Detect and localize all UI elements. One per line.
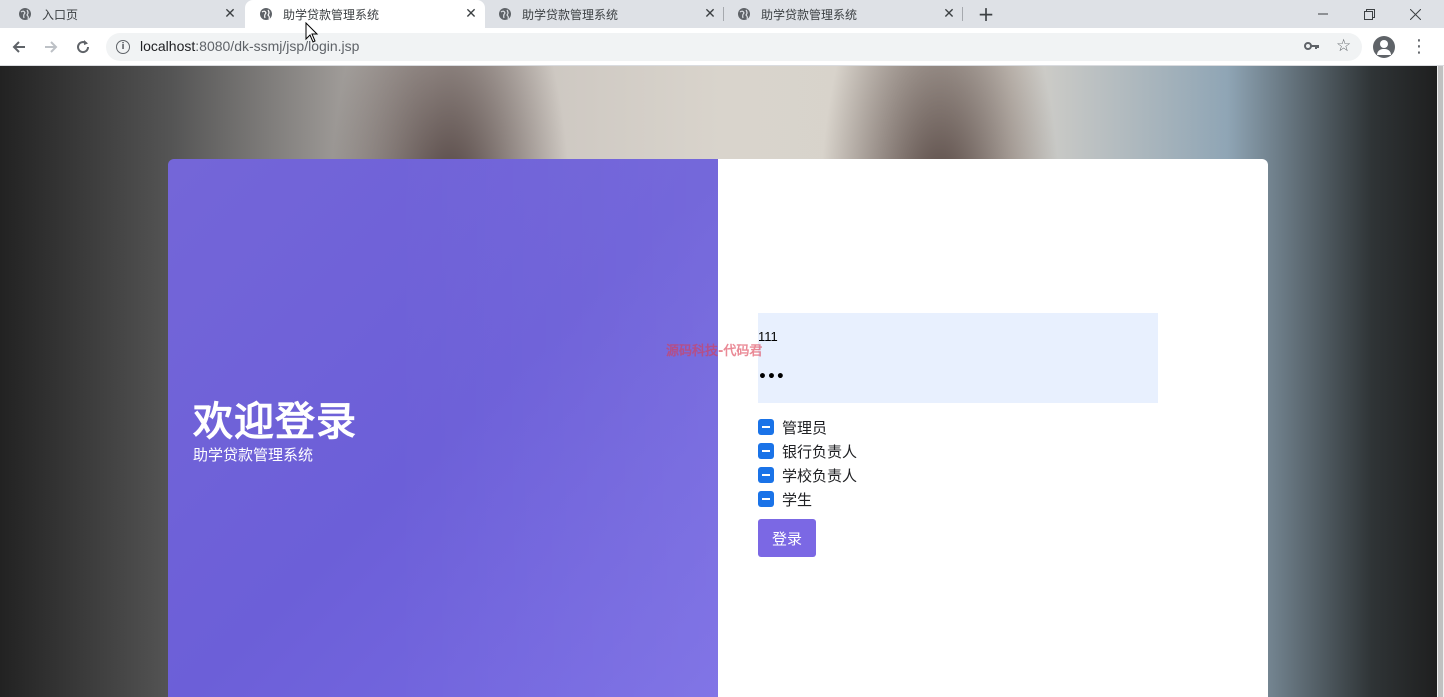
role-options: 管理员 银行负责人 学校负责人 学生	[758, 415, 857, 511]
reload-button[interactable]	[72, 36, 94, 58]
checkbox-icon[interactable]	[758, 419, 774, 435]
close-icon[interactable]: ✕	[220, 6, 240, 22]
arrow-right-icon	[45, 41, 58, 53]
password-input[interactable]: •••	[758, 369, 785, 385]
role-option-bank[interactable]: 银行负责人	[758, 439, 857, 463]
login-card: 欢迎登录 助学贷款管理系统 ••• 管理员 银行负责人 学校负责人	[168, 159, 1268, 697]
close-window-button[interactable]	[1392, 0, 1438, 28]
role-option-student[interactable]: 学生	[758, 487, 857, 511]
checkbox-icon[interactable]	[758, 443, 774, 459]
reload-icon	[77, 40, 90, 54]
key-icon[interactable]	[1304, 39, 1320, 57]
system-subtitle: 助学贷款管理系统	[193, 446, 314, 464]
role-label: 学校负责人	[782, 466, 858, 485]
browser-toolbar: i localhost:8080/dk-ssmj/jsp/login.jsp ☆…	[0, 28, 1444, 66]
forward-button[interactable]	[40, 36, 62, 58]
minimize-button[interactable]	[1300, 0, 1346, 28]
globe-icon	[19, 8, 31, 20]
tab-loan-system[interactable]: 助学贷款管理系统 ✕	[484, 0, 724, 28]
minimize-icon	[1318, 13, 1328, 15]
role-label: 银行负责人	[782, 442, 858, 461]
new-tab-button[interactable]: +	[975, 2, 997, 26]
tab-entry-page[interactable]: 入口页 ✕	[4, 0, 244, 28]
arrow-left-icon	[12, 41, 25, 53]
address-bar[interactable]: i localhost:8080/dk-ssmj/jsp/login.jsp ☆	[106, 33, 1362, 61]
key-icon-glyph	[1304, 42, 1319, 50]
tab-strip: 入口页 ✕ 助学贷款管理系统 ✕ 助学贷款管理系统 ✕ 助学贷款管理系统 ✕ +	[0, 0, 1444, 28]
close-icon[interactable]: ✕	[461, 6, 481, 22]
tab-loan-system-active[interactable]: 助学贷款管理系统 ✕	[245, 0, 485, 28]
role-option-school[interactable]: 学校负责人	[758, 463, 857, 487]
tab-label: 助学贷款管理系统	[761, 7, 858, 22]
restore-icon	[1363, 8, 1375, 20]
role-option-admin[interactable]: 管理员	[758, 415, 857, 439]
url-host: localhost	[140, 38, 196, 54]
info-icon[interactable]: i	[116, 40, 130, 54]
tab-loan-system[interactable]: 助学贷款管理系统 ✕	[723, 0, 963, 28]
checkbox-icon[interactable]	[758, 491, 774, 507]
url-text[interactable]: localhost:8080/dk-ssmj/jsp/login.jsp	[140, 38, 359, 54]
globe-icon	[738, 8, 750, 20]
page-background: 欢迎登录 助学贷款管理系统 ••• 管理员 银行负责人 学校负责人	[0, 66, 1444, 697]
restore-button[interactable]	[1346, 0, 1392, 28]
menu-icon[interactable]: ⋮	[1410, 36, 1428, 58]
close-icon[interactable]: ✕	[939, 6, 959, 22]
username-input[interactable]	[758, 329, 1138, 344]
mouse-cursor-icon	[305, 22, 319, 43]
tab-label: 助学贷款管理系统	[283, 7, 380, 22]
welcome-title: 欢迎登录	[193, 399, 357, 445]
back-button[interactable]	[8, 36, 30, 58]
close-icon	[1409, 8, 1421, 20]
role-label: 学生	[782, 490, 813, 509]
tab-label: 入口页	[42, 7, 79, 22]
welcome-panel: 欢迎登录 助学贷款管理系统	[168, 159, 718, 697]
checkbox-icon[interactable]	[758, 467, 774, 483]
profile-avatar[interactable]	[1373, 36, 1395, 58]
role-label: 管理员	[782, 418, 828, 437]
scrollbar-thumb[interactable]	[1438, 66, 1443, 697]
star-icon[interactable]: ☆	[1336, 36, 1351, 56]
globe-icon	[499, 8, 511, 20]
url-path: :8080/dk-ssmj/jsp/login.jsp	[195, 38, 360, 54]
credentials-autofill: •••	[758, 313, 1158, 403]
globe-icon	[260, 8, 272, 20]
login-button[interactable]: 登录	[758, 519, 816, 557]
login-form-panel: ••• 管理员 银行负责人 学校负责人 学生	[718, 159, 1268, 697]
tab-label: 助学贷款管理系统	[522, 7, 619, 22]
panel-gloss	[388, 159, 718, 697]
watermark-text: 源码科技-代码君	[666, 344, 763, 359]
close-icon[interactable]: ✕	[700, 6, 720, 22]
tab-separator	[962, 7, 963, 21]
